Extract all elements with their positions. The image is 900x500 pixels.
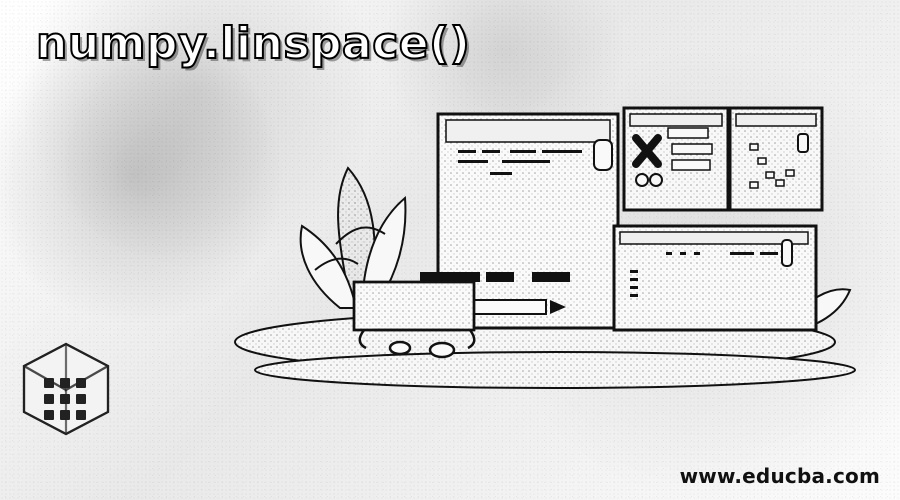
developer-workspace-illustration-icon <box>234 106 856 389</box>
page-title: numpy.linspace() <box>35 17 471 70</box>
educba-cube-logo-icon <box>22 342 110 436</box>
website-url: www.educba.com <box>679 464 880 488</box>
